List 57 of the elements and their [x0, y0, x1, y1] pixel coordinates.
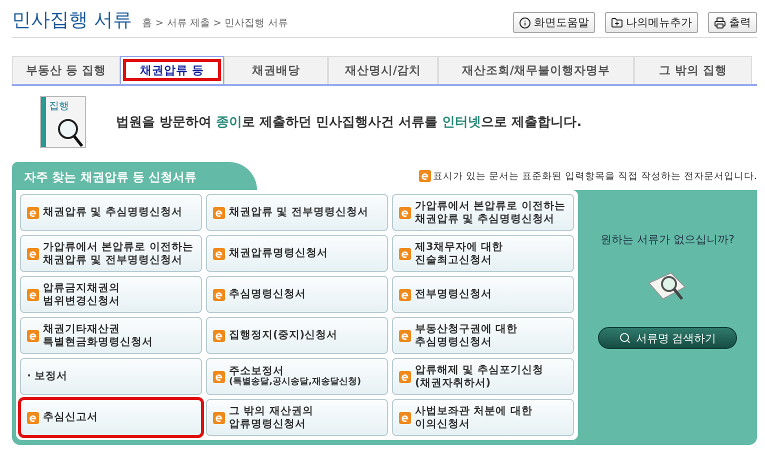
- document-link[interactable]: 가압류에서 본압류로 이전하는 채권압류 및 추심명령신청서: [392, 194, 574, 231]
- document-link[interactable]: 전부명령신청서: [392, 276, 574, 313]
- document-link[interactable]: 채권압류 및 추심명령신청서: [20, 194, 202, 231]
- question-text: 원하는 서류가 없으십니까?: [600, 232, 734, 247]
- document-icon: [213, 206, 225, 218]
- document-link[interactable]: 주소보정서 (특별송달,공시송달,재송달신청): [206, 358, 388, 395]
- document-icon: [399, 370, 411, 382]
- document-icon: [27, 330, 39, 342]
- document-link[interactable]: · 보정서: [20, 358, 202, 395]
- document-icon: [399, 206, 411, 218]
- document-link[interactable]: 사법보좌관 처분에 대한 이의신청서: [392, 399, 574, 436]
- document-icon: [399, 330, 411, 342]
- document-icon: [399, 412, 411, 424]
- document-link[interactable]: 압류금지채권의 범위변경신청서: [20, 276, 202, 313]
- document-icon: [27, 412, 39, 424]
- header-button[interactable]: 화면도움말: [513, 12, 595, 33]
- document-link[interactable]: 추심명령신청서: [206, 276, 388, 313]
- document-icon: [27, 288, 39, 300]
- header-button[interactable]: 출력: [708, 12, 757, 33]
- folder-plus-icon: [611, 16, 623, 28]
- tab[interactable]: 부동산 등 집행: [12, 56, 120, 84]
- tab[interactable]: 재산조회/채무불이행자명부: [438, 56, 634, 84]
- document-link[interactable]: 제3채무자에 대한 진술최고신청서: [392, 235, 574, 272]
- document-link[interactable]: 부동산청구권에 대한 추심명령신청서: [392, 317, 574, 354]
- document-icon: [213, 288, 225, 300]
- breadcrumb: 홈 > 서류 제출 > 민사집행 서류: [142, 17, 289, 30]
- document-link[interactable]: 그 밖의 재산권의 압류명령신청서: [206, 399, 388, 436]
- header-button[interactable]: 나의메뉴추가: [605, 12, 698, 33]
- document-icon: [418, 170, 431, 182]
- tab[interactable]: 그 밖의 집행: [634, 56, 752, 84]
- document-icon: [27, 206, 39, 218]
- document-icon: [213, 412, 225, 424]
- document-icon: [213, 370, 225, 382]
- document-link[interactable]: 가압류에서 본압류로 이전하는 채권압류 및 전부명령신청서: [20, 235, 202, 272]
- document-icon: [213, 248, 225, 260]
- info-icon: [519, 16, 531, 28]
- document-link[interactable]: 채권기타재산권 특별현금화명령신청서: [20, 317, 202, 354]
- document-link[interactable]: 채권압류명령신청서: [206, 235, 388, 272]
- search-icon: [618, 332, 631, 344]
- document-link[interactable]: 채권압류 및 전부명령신청서: [206, 194, 388, 231]
- document-icon: [213, 330, 225, 342]
- intro-text: 법원을 방문하여 종이로 제출하던 민사집행사건 서류를 인터넷으로 제출합니다.: [116, 114, 582, 131]
- panel-title: 자주 찾는 채권압류 등 신청서류: [12, 162, 257, 190]
- document-search-icon: 집행: [40, 96, 86, 148]
- document-link[interactable]: 압류해제 및 추심포기신청 (채권자취하서): [392, 358, 574, 395]
- document-link[interactable]: 집행정지(중지)신청서: [206, 317, 388, 354]
- tab[interactable]: 채권압류 등: [120, 56, 224, 84]
- document-icon: [399, 288, 411, 300]
- document-icon: [27, 248, 39, 260]
- tab[interactable]: 재산명시/감치: [328, 56, 438, 84]
- printer-icon: [714, 16, 726, 28]
- legend-text: 표시가 있는 문서는 표준화된 입력항목을 직접 작성하는 전자문서입니다.: [432, 170, 757, 182]
- document-icon: [399, 248, 411, 260]
- tab[interactable]: 채권배당: [224, 56, 328, 84]
- document-link[interactable]: 추심신고서: [20, 399, 202, 436]
- search-documents-button[interactable]: 서류명 검색하기: [598, 327, 738, 349]
- page-title: 민사집행 서류: [12, 8, 132, 33]
